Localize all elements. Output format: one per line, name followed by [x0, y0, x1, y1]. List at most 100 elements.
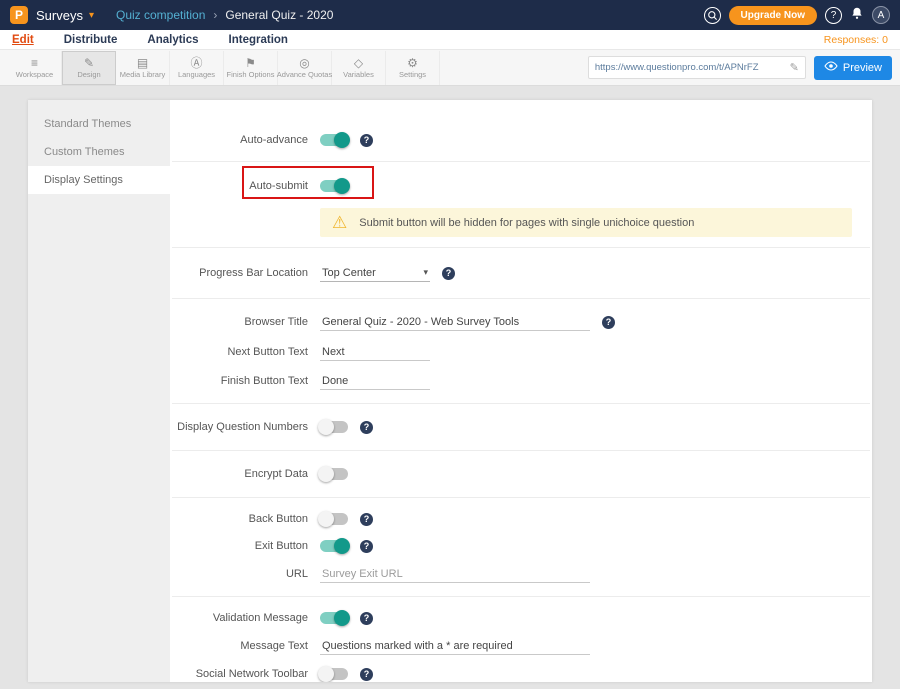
toolbar-item-workspace[interactable]: ≡ Workspace [8, 51, 62, 85]
exit-button-row: Exit Button ? [170, 533, 872, 559]
main-nav: Edit Distribute Analytics Integration Re… [0, 30, 900, 50]
languages-icon: Ⓐ [190, 57, 202, 69]
validation-message-toggle[interactable] [320, 612, 348, 624]
browser-title-help-icon[interactable]: ? [602, 316, 615, 329]
exit-url-input[interactable] [320, 566, 590, 583]
display-question-numbers-help-icon[interactable]: ? [360, 421, 373, 434]
search-icon[interactable] [704, 7, 721, 24]
social-network-toolbar-row: Social Network Toolbar ? [170, 661, 872, 682]
chevron-down-icon: ▾ [423, 267, 428, 278]
settings-gear-icon: ⚙ [407, 57, 418, 69]
warning-triangle-icon: ⚠ [332, 214, 347, 231]
message-text-label: Message Text [170, 640, 320, 652]
validation-message-row: Validation Message ? [170, 605, 872, 631]
divider [172, 247, 870, 248]
auto-advance-toggle[interactable] [320, 134, 348, 146]
next-button-text-input[interactable] [320, 344, 430, 361]
toolbar-item-finish-options[interactable]: ⚑ Finish Options [224, 51, 278, 85]
display-question-numbers-row: Display Question Numbers ? [170, 412, 872, 442]
auto-advance-label: Auto-advance [170, 134, 320, 146]
toolbar-item-languages[interactable]: Ⓐ Languages [170, 51, 224, 85]
validation-message-help-icon[interactable]: ? [360, 612, 373, 625]
auto-submit-label: Auto-submit [170, 180, 320, 192]
warning-banner: ⚠ Submit button will be hidden for pages… [320, 208, 852, 237]
encrypt-data-row: Encrypt Data [170, 459, 872, 489]
edit-url-pencil-icon[interactable]: ✎ [790, 61, 799, 74]
social-network-toolbar-help-icon[interactable]: ? [360, 668, 373, 681]
progress-bar-label: Progress Bar Location [170, 267, 320, 279]
display-settings-panel: Auto-advance ? Auto-submit ⚠ Submit butt… [170, 100, 872, 682]
progress-bar-help-icon[interactable]: ? [442, 267, 455, 280]
browser-title-input[interactable] [320, 314, 590, 331]
responses-count[interactable]: Responses: 0 [824, 34, 888, 46]
eye-icon [824, 61, 838, 74]
nav-integration[interactable]: Integration [229, 34, 288, 46]
back-button-label: Back Button [170, 513, 320, 525]
finish-options-icon: ⚑ [245, 57, 256, 69]
notifications-bell-icon[interactable] [850, 6, 864, 25]
finish-button-text-row: Finish Button Text [170, 367, 872, 395]
toolbar-item-advance-quotas[interactable]: ◎ Advance Quotas [278, 51, 332, 85]
auto-submit-row: Auto-submit [170, 170, 872, 202]
toolbar-item-settings[interactable]: ⚙ Settings [386, 51, 440, 85]
social-network-toolbar-toggle[interactable] [320, 668, 348, 680]
back-button-row: Back Button ? [170, 506, 872, 532]
divider [172, 403, 870, 404]
finish-button-text-input[interactable] [320, 373, 430, 390]
toolbar-item-variables[interactable]: ◇ Variables [332, 51, 386, 85]
upgrade-now-button[interactable]: Upgrade Now [729, 6, 817, 25]
survey-url-input[interactable] [595, 62, 790, 73]
nav-edit[interactable]: Edit [12, 34, 34, 46]
message-text-input[interactable] [320, 638, 590, 655]
chevron-down-icon[interactable]: ▾ [89, 10, 94, 21]
settings-sidebar: Standard Themes Custom Themes Display Se… [28, 100, 170, 682]
encrypt-data-toggle[interactable] [320, 468, 348, 480]
settings-card: Standard Themes Custom Themes Display Se… [28, 100, 872, 682]
display-question-numbers-toggle[interactable] [320, 421, 348, 433]
preview-button[interactable]: Preview [814, 56, 892, 80]
browser-title-row: Browser Title ? [170, 307, 872, 337]
finish-button-text-label: Finish Button Text [170, 375, 320, 387]
surveys-menu[interactable]: Surveys [36, 8, 83, 23]
media-library-icon: ▤ [137, 57, 148, 69]
exit-url-row: URL [170, 560, 872, 588]
divider [172, 596, 870, 597]
exit-button-label: Exit Button [170, 540, 320, 552]
next-button-text-row: Next Button Text [170, 338, 872, 366]
breadcrumb-separator: › [213, 8, 217, 22]
auto-advance-help-icon[interactable]: ? [360, 134, 373, 147]
design-icon: ✎ [84, 57, 94, 69]
back-button-toggle[interactable] [320, 513, 348, 525]
divider [172, 161, 870, 162]
nav-analytics[interactable]: Analytics [147, 34, 198, 46]
exit-button-toggle[interactable] [320, 540, 348, 552]
sidebar-item-standard-themes[interactable]: Standard Themes [28, 110, 170, 138]
browser-title-label: Browser Title [170, 316, 320, 328]
divider [172, 497, 870, 498]
questionpro-logo-icon: P [10, 6, 28, 24]
user-avatar[interactable]: A [872, 6, 890, 24]
display-question-numbers-label: Display Question Numbers [170, 421, 320, 433]
next-button-text-label: Next Button Text [170, 346, 320, 358]
variables-icon: ◇ [354, 57, 363, 69]
sidebar-item-display-settings[interactable]: Display Settings [28, 166, 170, 194]
nav-distribute[interactable]: Distribute [64, 34, 118, 46]
sidebar-item-custom-themes[interactable]: Custom Themes [28, 138, 170, 166]
content-area: Standard Themes Custom Themes Display Se… [0, 86, 900, 688]
back-button-help-icon[interactable]: ? [360, 513, 373, 526]
message-text-row: Message Text [170, 632, 872, 660]
auto-submit-toggle[interactable] [320, 180, 348, 192]
divider [172, 450, 870, 451]
design-toolbar: ≡ Workspace ✎ Design ▤ Media Library Ⓐ L… [0, 50, 900, 86]
validation-message-label: Validation Message [170, 612, 320, 624]
divider [172, 298, 870, 299]
breadcrumb-parent[interactable]: Quiz competition [116, 8, 205, 22]
encrypt-data-label: Encrypt Data [170, 468, 320, 480]
toolbar-item-media-library[interactable]: ▤ Media Library [116, 51, 170, 85]
progress-bar-select[interactable]: Top Center ▾ [320, 265, 430, 282]
auto-advance-row: Auto-advance ? [170, 127, 872, 153]
help-icon[interactable]: ? [825, 7, 842, 24]
exit-button-help-icon[interactable]: ? [360, 540, 373, 553]
toolbar-item-design[interactable]: ✎ Design [62, 51, 116, 85]
workspace-icon: ≡ [31, 57, 38, 69]
